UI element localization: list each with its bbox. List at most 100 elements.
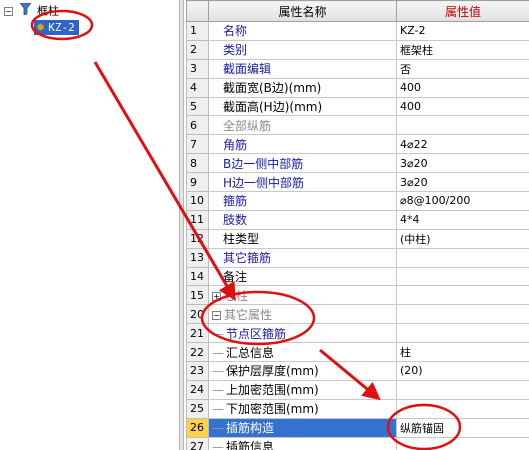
- property-name-cell[interactable]: — 节点区箍筋: [208, 323, 397, 344]
- property-name-cell[interactable]: 名称: [208, 21, 397, 41]
- row-number: 23: [186, 361, 209, 381]
- property-value-cell[interactable]: 3⌀20: [396, 153, 529, 174]
- table-row[interactable]: 14 备注: [186, 266, 529, 287]
- property-name-cell[interactable]: 全部纵筋: [208, 115, 397, 136]
- table-row[interactable]: 20− 其它属性: [186, 304, 529, 325]
- property-value-cell[interactable]: [396, 247, 529, 268]
- property-value-cell[interactable]: [396, 323, 529, 344]
- tree-node-kz2[interactable]: ✹ KZ-2: [34, 20, 79, 36]
- property-name-cell[interactable]: 截面编辑: [208, 58, 397, 79]
- panel-splitter[interactable]: [179, 0, 184, 450]
- tree-node-column[interactable]: − 框柱: [4, 2, 59, 19]
- property-value-cell[interactable]: [396, 398, 529, 419]
- property-name-cell[interactable]: H边一侧中部筋: [208, 172, 397, 193]
- table-row[interactable]: 7 角筋 4⌀22: [186, 134, 529, 155]
- property-name-label: 插筋构造: [226, 421, 275, 436]
- header-property-name[interactable]: 属性名称: [208, 0, 397, 22]
- table-row[interactable]: 1 名称 KZ-2: [186, 21, 529, 41]
- property-value-cell[interactable]: 4⌀22: [396, 134, 529, 155]
- table-row[interactable]: 24— 上加密范围(mm): [186, 379, 529, 400]
- table-row[interactable]: 11 肢数 4*4: [186, 209, 529, 230]
- property-name-cell[interactable]: 截面高(H边)(mm): [208, 96, 397, 117]
- tree-line-icon: —: [212, 440, 224, 450]
- property-value-cell[interactable]: [396, 266, 529, 287]
- tree-line-icon: —: [212, 364, 224, 379]
- property-name-label: 汇总信息: [226, 345, 275, 360]
- table-row[interactable]: 8 B边一侧中部筋 3⌀20: [186, 153, 529, 174]
- selected-tree-item[interactable]: ✹ KZ-2: [34, 20, 79, 35]
- row-number: 13: [186, 247, 209, 268]
- property-value-cell[interactable]: [396, 304, 529, 325]
- property-name-cell[interactable]: 备注: [208, 266, 397, 287]
- property-name-cell[interactable]: 其它箍筋: [208, 247, 397, 268]
- table-row[interactable]: 21— 节点区箍筋: [186, 323, 529, 344]
- header-property-value[interactable]: 属性值: [396, 0, 529, 22]
- property-name-label: 插筋信息: [226, 440, 275, 450]
- property-name-cell[interactable]: 肢数: [208, 209, 397, 230]
- property-name-cell[interactable]: — 下加密范围(mm): [208, 398, 397, 419]
- row-number: 26: [186, 417, 209, 438]
- table-row[interactable]: 27— 插筋信息: [186, 436, 529, 450]
- table-row[interactable]: 10 箍筋 ⌀8@100/200: [186, 191, 529, 211]
- property-name-cell[interactable]: 柱类型: [208, 228, 397, 249]
- property-rows: 1 名称 KZ-2 2 类别 框架柱 3 截面编辑 否 4 截面宽(B边)(mm) 400 5 截面高(H…: [186, 21, 529, 450]
- property-value-cell[interactable]: (20): [396, 361, 529, 381]
- property-name-cell[interactable]: — 保护层厚度(mm): [208, 361, 397, 381]
- property-value-cell[interactable]: [396, 285, 529, 306]
- table-row[interactable]: 15 + 芯柱: [186, 285, 529, 306]
- table-row[interactable]: 5 截面高(H边)(mm) 400: [186, 96, 529, 117]
- property-name-label: 角筋: [223, 137, 248, 152]
- property-value-cell[interactable]: 框架柱: [396, 39, 529, 60]
- property-value-cell[interactable]: 3⌀20: [396, 172, 529, 193]
- table-row[interactable]: 12 柱类型 (中柱): [186, 228, 529, 249]
- table-row[interactable]: 23— 保护层厚度(mm) (20): [186, 361, 529, 381]
- property-name-cell[interactable]: B边一侧中部筋: [208, 153, 397, 174]
- property-table: 属性名称 属性值 1 名称 KZ-2 2 类别 框架柱 3 截面编辑 否 4 截面宽(B边)(mm)…: [186, 0, 529, 450]
- table-row[interactable]: 9 H边一侧中部筋 3⌀20: [186, 172, 529, 193]
- property-value-cell[interactable]: 柱: [396, 342, 529, 363]
- property-value-cell[interactable]: [396, 379, 529, 400]
- property-value-cell[interactable]: 否: [396, 58, 529, 79]
- property-value-cell[interactable]: 400: [396, 77, 529, 98]
- property-name-label: 下加密范围(mm): [226, 402, 319, 417]
- tree-node-label: 框柱: [37, 4, 59, 18]
- table-row[interactable]: 26— 插筋构造 纵筋锚固: [186, 417, 529, 438]
- table-row[interactable]: 22— 汇总信息柱: [186, 342, 529, 363]
- property-name-cell[interactable]: — 插筋构造: [208, 417, 397, 438]
- property-name-cell[interactable]: + 芯柱: [208, 285, 397, 306]
- table-row[interactable]: 6 全部纵筋: [186, 115, 529, 136]
- collapse-icon[interactable]: −: [212, 310, 221, 320]
- row-number: 10: [186, 191, 209, 211]
- property-value-cell[interactable]: (中柱): [396, 228, 529, 249]
- table-row[interactable]: 25— 下加密范围(mm): [186, 398, 529, 419]
- property-name-cell[interactable]: — 插筋信息: [208, 436, 397, 450]
- row-number: 25: [186, 398, 209, 419]
- property-value-cell[interactable]: 400: [396, 96, 529, 117]
- property-name-cell[interactable]: — 上加密范围(mm): [208, 379, 397, 400]
- table-row[interactable]: 3 截面编辑 否: [186, 58, 529, 79]
- property-value-cell[interactable]: KZ-2: [396, 21, 529, 41]
- row-number: 8: [186, 153, 209, 174]
- table-row[interactable]: 13 其它箍筋: [186, 247, 529, 268]
- property-value-cell[interactable]: 4*4: [396, 209, 529, 230]
- collapse-toggle-icon[interactable]: −: [4, 7, 13, 16]
- property-value-cell[interactable]: 纵筋锚固: [396, 417, 529, 438]
- property-name-cell[interactable]: 截面宽(B边)(mm): [208, 77, 397, 98]
- table-row[interactable]: 4 截面宽(B边)(mm) 400: [186, 77, 529, 98]
- property-name-cell[interactable]: 类别: [208, 39, 397, 60]
- property-name-cell[interactable]: 箍筋: [208, 191, 397, 211]
- property-value-cell[interactable]: [396, 436, 529, 450]
- property-value-cell[interactable]: [396, 115, 529, 136]
- property-name-label: 截面高(H边)(mm): [223, 100, 323, 114]
- expand-icon[interactable]: +: [212, 291, 221, 301]
- table-row[interactable]: 2 类别 框架柱: [186, 39, 529, 60]
- property-grid: 属性名称 属性值 1 名称 KZ-2 2 类别 框架柱 3 截面编辑 否 4 截面宽(B边)(mm)…: [186, 0, 529, 450]
- property-name-cell[interactable]: 角筋: [208, 134, 397, 155]
- row-number: 5: [186, 96, 209, 117]
- row-number: 14: [186, 266, 209, 287]
- property-name-cell[interactable]: — 汇总信息: [208, 342, 397, 363]
- property-value-cell[interactable]: ⌀8@100/200: [396, 191, 529, 211]
- property-name-cell[interactable]: − 其它属性: [208, 304, 397, 325]
- header-number: [186, 0, 209, 22]
- property-name-label: H边一侧中部筋: [223, 175, 305, 190]
